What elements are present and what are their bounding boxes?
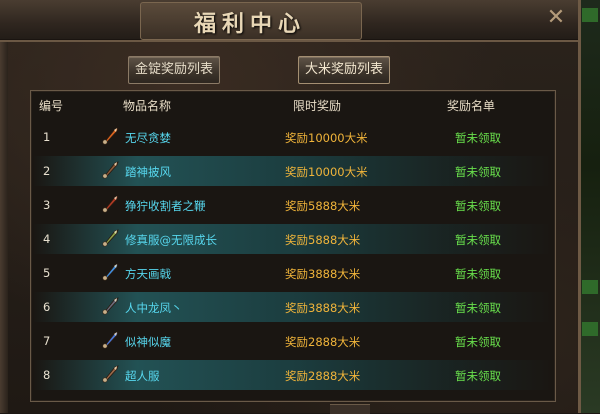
halberd-icon <box>99 261 121 283</box>
item-name: 无尽贪婪 <box>125 131 171 145</box>
side-strip-tag <box>582 8 598 22</box>
item-reward: 奖励5888大米 <box>285 199 361 213</box>
claim-status: 暂未领取 <box>455 301 501 315</box>
table-row[interactable]: 6 人中龙凤丶 奖励3888大米 暂未领取 <box>33 292 553 322</box>
whip-axe-icon <box>99 193 121 215</box>
item-name: 踏神披风 <box>125 165 171 179</box>
item-reward: 奖励3888大米 <box>285 267 361 281</box>
table-header: 编号 物品名称 限时奖励 奖励名单 <box>31 91 555 117</box>
table-row[interactable]: 4 修真服@无限成长 奖励5888大米 暂未领取 <box>33 224 553 254</box>
row-number: 8 <box>43 368 51 382</box>
header-reward-list: 奖励名单 <box>447 99 496 113</box>
item-reward: 奖励10000大米 <box>285 165 368 179</box>
claim-status: 暂未领取 <box>455 369 501 383</box>
item-name: 人中龙凤丶 <box>125 301 183 315</box>
side-strip-tag <box>582 322 598 336</box>
title-bar: 福利中心 ✕ <box>0 0 578 42</box>
side-strip-tag <box>582 280 598 294</box>
item-reward: 奖励5888大米 <box>285 233 361 247</box>
table-row[interactable]: 2 踏神披风 奖励10000大米 暂未领取 <box>33 156 553 186</box>
close-icon[interactable]: ✕ <box>544 6 568 30</box>
claim-status: 暂未领取 <box>455 199 501 213</box>
item-name: 狰狞收割者之鞭 <box>125 199 206 213</box>
item-reward: 奖励10000大米 <box>285 131 368 145</box>
row-number: 7 <box>43 334 51 348</box>
robe-armor-icon <box>99 227 121 249</box>
left-border <box>0 40 8 413</box>
item-reward: 奖励2888大米 <box>285 369 361 383</box>
claim-status: 暂未领取 <box>455 335 501 349</box>
cloak-armor-icon <box>99 159 121 181</box>
item-reward: 奖励3888大米 <box>285 301 361 315</box>
blue-blade-icon <box>99 329 121 351</box>
table-row[interactable]: 8 超人服 奖励2888大米 暂未领取 <box>33 360 553 390</box>
flame-blade-icon <box>99 125 121 147</box>
item-reward: 奖励2888大米 <box>285 335 361 349</box>
row-number: 3 <box>43 198 51 212</box>
header-no: 编号 <box>39 99 64 113</box>
tab-gold-ingot-rewards[interactable]: 金锭奖励列表 <box>128 56 220 84</box>
item-name: 方天画戟 <box>125 267 171 281</box>
row-number: 1 <box>43 130 51 144</box>
dragon-armor-icon <box>99 295 121 317</box>
item-name: 修真服@无限成长 <box>125 233 217 247</box>
claim-status: 暂未领取 <box>455 131 501 145</box>
reward-table: 编号 物品名称 限时奖励 奖励名单 1 无尽贪婪 奖励10000大米 暂未领取 2 踏… <box>30 90 556 402</box>
table-row[interactable]: 1 无尽贪婪 奖励10000大米 暂未领取 <box>33 122 553 152</box>
row-number: 2 <box>43 164 51 178</box>
hero-armor-icon <box>99 363 121 385</box>
item-name: 超人服 <box>125 369 160 383</box>
table-row[interactable]: 3 狰狞收割者之鞭 奖励5888大米 暂未领取 <box>33 190 553 220</box>
row-number: 6 <box>43 300 51 314</box>
tab-rice-rewards[interactable]: 大米奖励列表 <box>298 56 390 84</box>
row-number: 5 <box>43 266 51 280</box>
item-name: 似神似魔 <box>125 335 171 349</box>
claim-status: 暂未领取 <box>455 233 501 247</box>
claim-status: 暂未领取 <box>455 267 501 281</box>
window-title: 福利中心 <box>193 12 306 37</box>
table-row[interactable]: 5 方天画戟 奖励3888大米 暂未领取 <box>33 258 553 288</box>
header-timed-reward: 限时奖励 <box>293 99 342 113</box>
row-number: 4 <box>43 232 51 246</box>
claim-status: 暂未领取 <box>455 165 501 179</box>
table-row[interactable]: 7 似神似魔 奖励2888大米 暂未领取 <box>33 326 553 356</box>
side-strip <box>578 0 600 413</box>
header-item-name: 物品名称 <box>123 99 172 113</box>
